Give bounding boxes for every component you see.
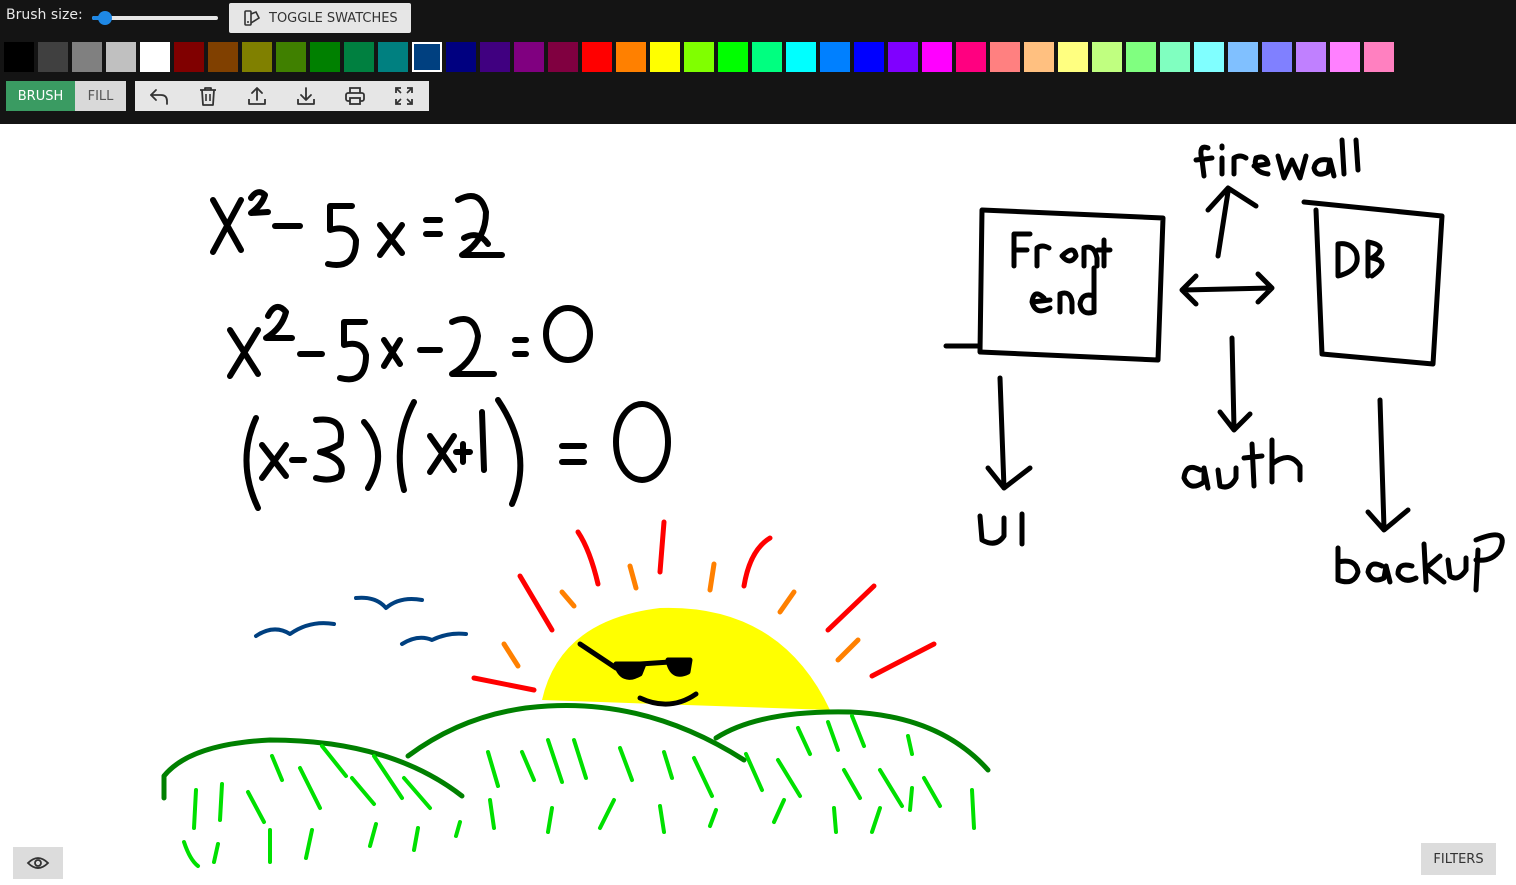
birds (254, 595, 468, 646)
undo-icon (150, 89, 168, 105)
color-swatch[interactable] (888, 42, 918, 72)
trash-icon (200, 87, 216, 106)
math-drawing (210, 189, 671, 511)
color-swatch[interactable] (1160, 42, 1190, 72)
equation-line-1 (210, 189, 505, 268)
color-swatch[interactable] (378, 42, 408, 72)
color-swatch[interactable] (718, 42, 748, 72)
frontend-box (977, 207, 1166, 363)
color-swatch[interactable] (4, 42, 34, 72)
color-swatch[interactable] (922, 42, 952, 72)
color-swatch[interactable] (684, 42, 714, 72)
color-swatch[interactable] (1296, 42, 1326, 72)
color-swatch[interactable] (582, 42, 612, 72)
color-swatch[interactable] (242, 42, 272, 72)
color-swatch[interactable] (1364, 42, 1394, 72)
undo-button[interactable] (141, 81, 177, 111)
clear-button[interactable] (190, 81, 226, 111)
color-swatch[interactable] (956, 42, 986, 72)
brush-size-label: Brush size: (6, 7, 83, 23)
color-swatch[interactable] (1262, 42, 1292, 72)
architecture-diagram (943, 137, 1505, 593)
eye-icon (26, 857, 50, 869)
equation-line-3 (243, 397, 671, 511)
color-swatch[interactable] (1126, 42, 1156, 72)
color-swatch[interactable] (1092, 42, 1122, 72)
color-swatch[interactable] (820, 42, 850, 72)
color-swatch[interactable] (1228, 42, 1258, 72)
db-box (1301, 199, 1445, 367)
upload-button[interactable] (239, 81, 275, 111)
color-swatch[interactable] (106, 42, 136, 72)
color-swatch[interactable] (1330, 42, 1360, 72)
color-swatch[interactable] (990, 42, 1020, 72)
color-swatch[interactable] (752, 42, 782, 72)
fill-mode-button[interactable]: FILL (75, 81, 126, 111)
color-swatch[interactable] (1024, 42, 1054, 72)
color-swatch[interactable] (548, 42, 578, 72)
brush-size-thumb[interactable] (97, 11, 112, 25)
toolbar: Brush size: TOGGLE SWATCHES BRUSH FILL (0, 0, 1516, 124)
color-swatch[interactable] (854, 42, 884, 72)
color-swatch[interactable] (140, 42, 170, 72)
color-swatch[interactable] (276, 42, 306, 72)
color-swatch[interactable] (310, 42, 340, 72)
action-buttons (135, 81, 429, 111)
fullscreen-button[interactable] (386, 81, 422, 111)
color-swatch[interactable] (786, 42, 816, 72)
color-swatch[interactable] (446, 42, 476, 72)
fullscreen-icon (395, 87, 413, 105)
drawing-canvas[interactable] (0, 124, 1516, 885)
equation-line-2 (227, 303, 593, 383)
palette-icon (244, 10, 261, 26)
toggle-swatches-label: TOGGLE SWATCHES (269, 10, 398, 26)
color-swatch[interactable] (480, 42, 510, 72)
visibility-toggle-button[interactable] (13, 847, 63, 879)
color-swatch[interactable] (412, 42, 442, 72)
download-button[interactable] (288, 81, 324, 111)
color-swatch[interactable] (208, 42, 238, 72)
brush-size-slider[interactable] (92, 11, 218, 25)
color-swatch[interactable] (616, 42, 646, 72)
color-swatch[interactable] (344, 42, 374, 72)
print-button[interactable] (337, 81, 373, 111)
color-swatch[interactable] (514, 42, 544, 72)
color-swatch[interactable] (650, 42, 680, 72)
sunset-scene (161, 519, 991, 868)
brush-mode-button[interactable]: BRUSH (6, 81, 75, 111)
color-swatch[interactable] (1058, 42, 1088, 72)
color-swatch[interactable] (38, 42, 68, 72)
color-swatch[interactable] (72, 42, 102, 72)
print-icon (345, 87, 365, 105)
grass (182, 714, 976, 868)
download-icon (297, 87, 315, 105)
filters-button[interactable]: FILTERS (1421, 843, 1496, 875)
upload-icon (248, 87, 266, 105)
color-swatch[interactable] (174, 42, 204, 72)
color-swatch[interactable] (1194, 42, 1224, 72)
toggle-swatches-button[interactable]: TOGGLE SWATCHES (229, 3, 411, 33)
